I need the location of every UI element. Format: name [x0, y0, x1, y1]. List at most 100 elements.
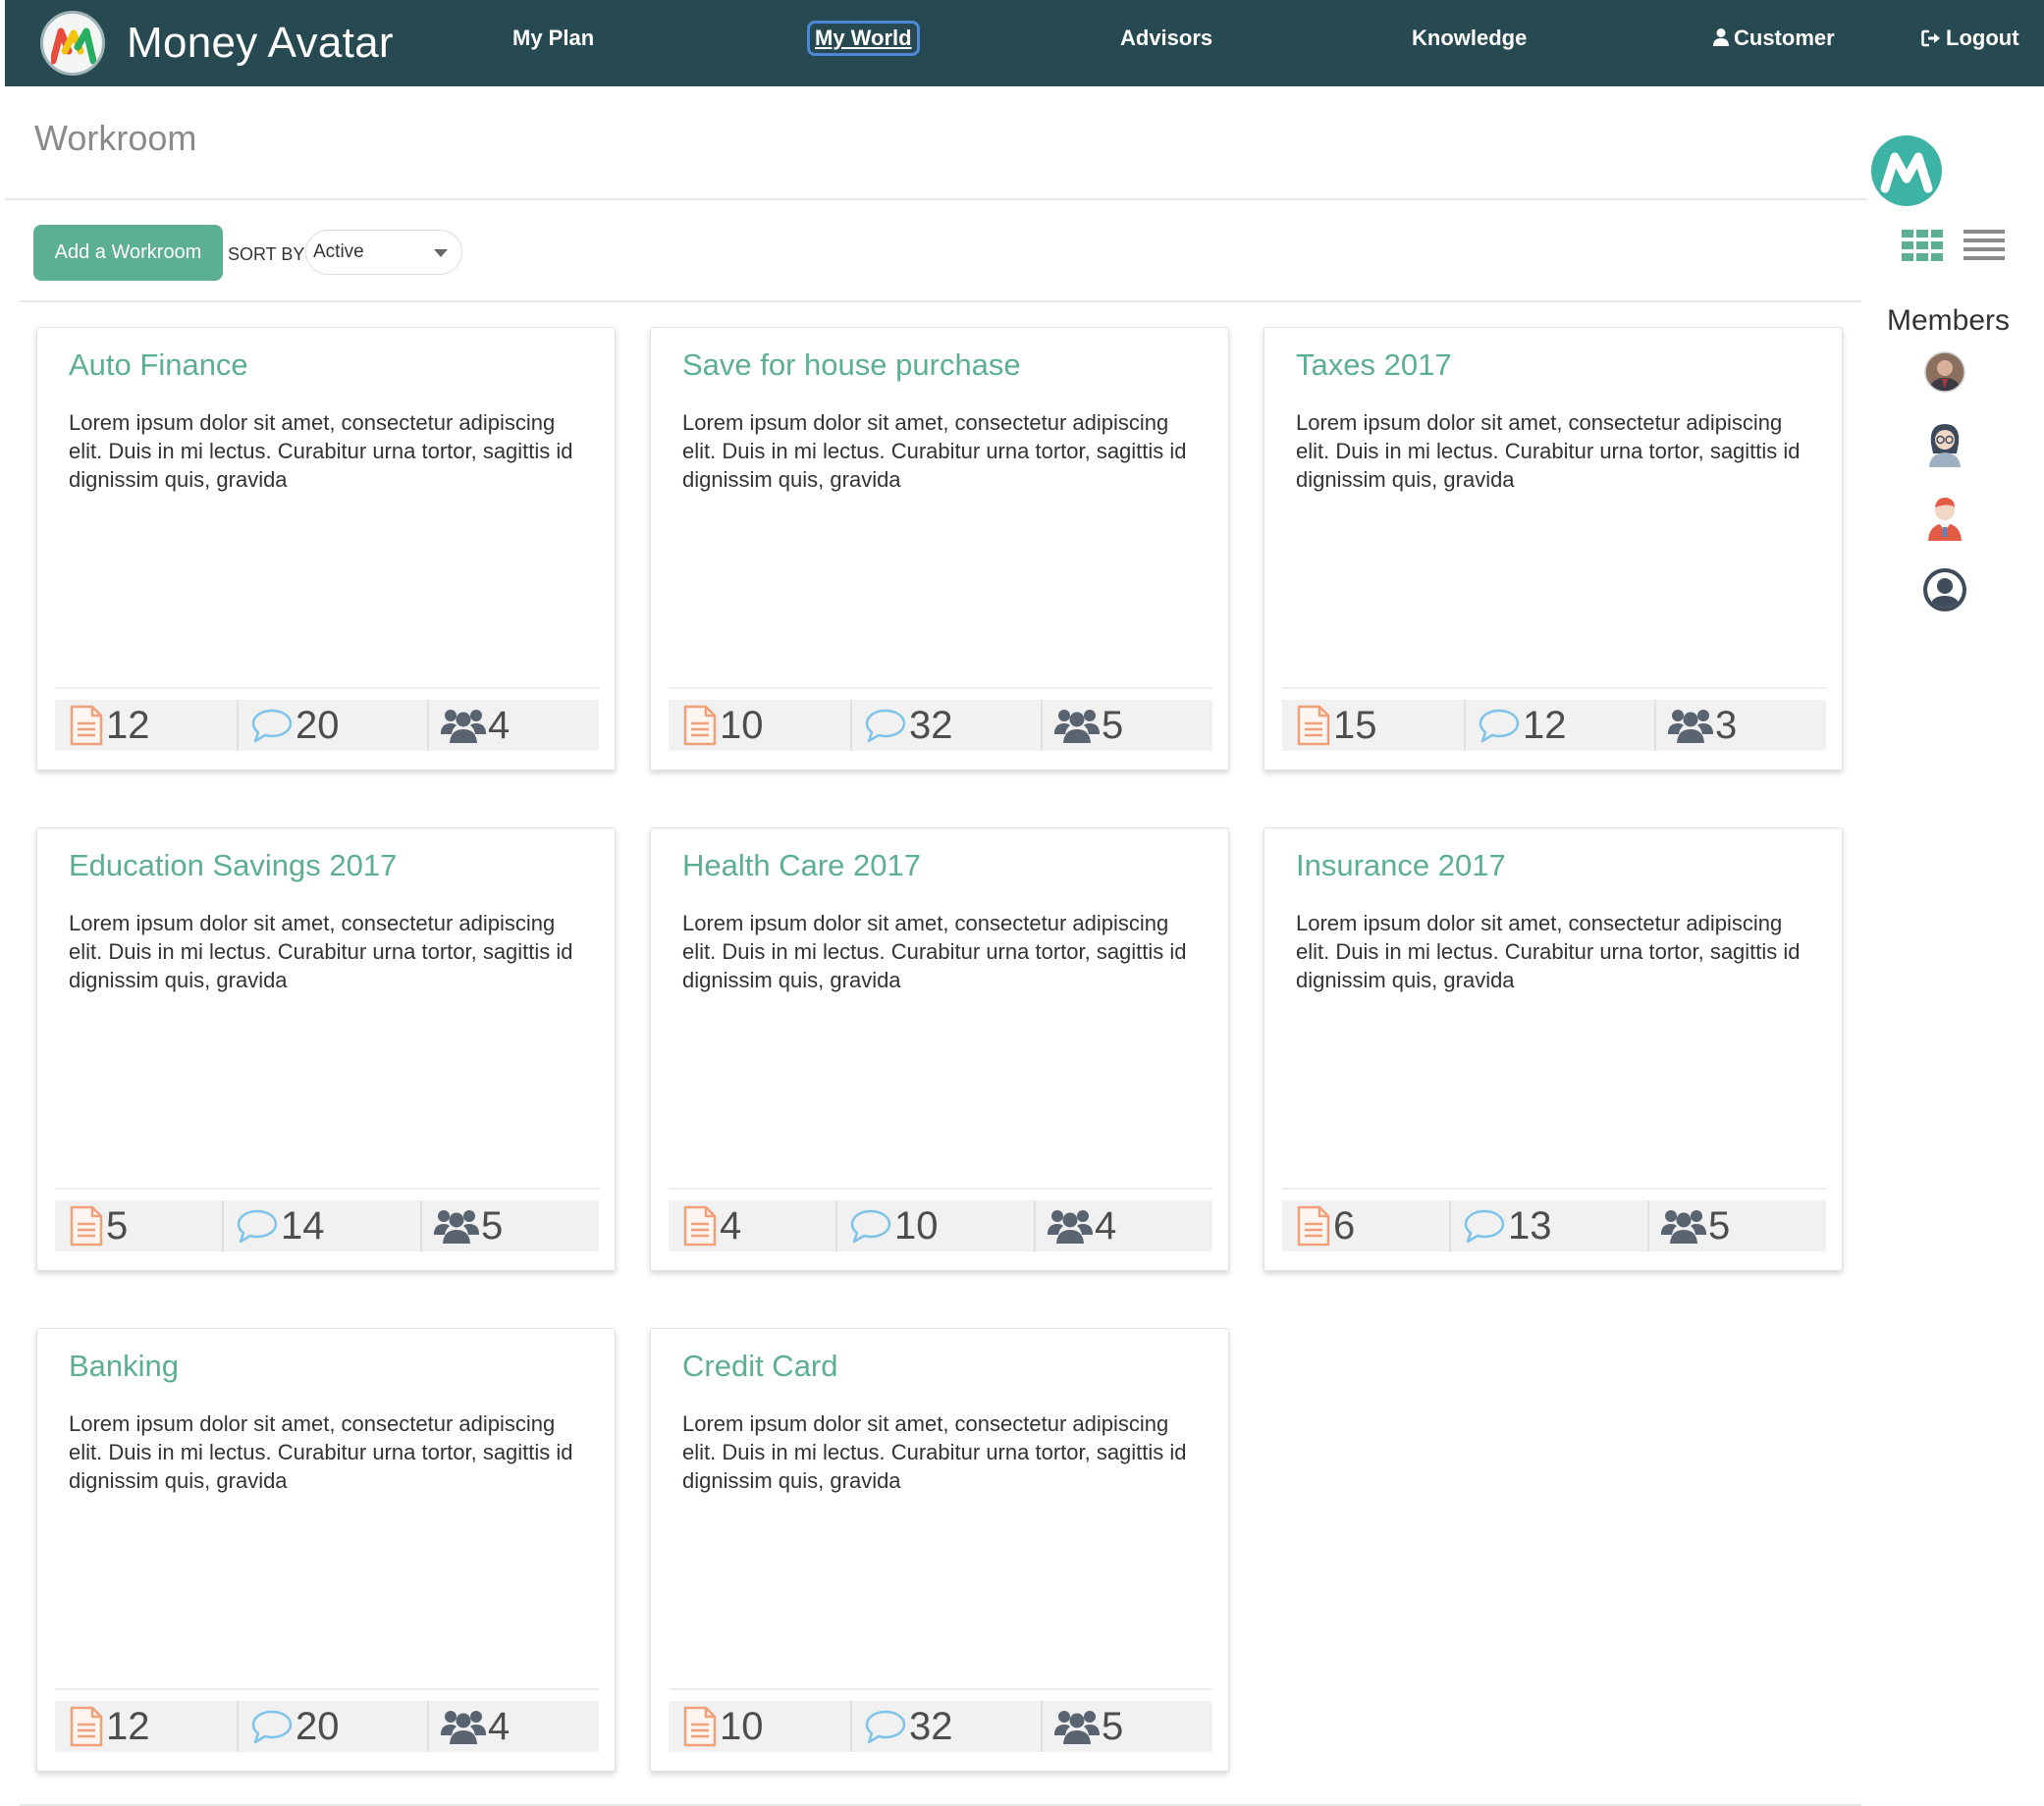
- workroom-card[interactable]: Banking Lorem ipsum dolor sit amet, conse…: [36, 1328, 616, 1772]
- page-title: Workroom: [34, 118, 197, 158]
- documents-stat[interactable]: 4: [682, 1200, 741, 1251]
- workroom-card[interactable]: Taxes 2017 Lorem ipsum dolor sit amet, co…: [1264, 327, 1843, 770]
- members-stat[interactable]: 5: [1661, 1200, 1730, 1251]
- workroom-card-title[interactable]: Auto Finance: [69, 347, 248, 383]
- workroom-card[interactable]: Credit Card Lorem ipsum dolor sit amet, c…: [650, 1328, 1229, 1772]
- workroom-card-title[interactable]: Education Savings 2017: [69, 848, 397, 883]
- sort-select[interactable]: Active: [305, 230, 462, 275]
- comments-stat[interactable]: 32: [864, 700, 953, 751]
- members-stat[interactable]: 4: [441, 700, 510, 751]
- comment-icon: [849, 1207, 894, 1245]
- documents-stat[interactable]: 10: [682, 700, 764, 751]
- workroom-card-title[interactable]: Taxes 2017: [1296, 347, 1452, 383]
- nav-logout[interactable]: Logout: [1921, 26, 2019, 51]
- workroom-card[interactable]: Education Savings 2017 Lorem ipsum dolor …: [36, 827, 616, 1271]
- list-view-icon[interactable]: [1963, 230, 2005, 261]
- members-count: 5: [1102, 1704, 1124, 1748]
- document-icon: [1296, 705, 1333, 746]
- workroom-card-title[interactable]: Insurance 2017: [1296, 848, 1506, 883]
- members-count: 3: [1715, 703, 1738, 747]
- toolbar-divider: [20, 300, 1861, 302]
- documents-stat[interactable]: 6: [1296, 1200, 1355, 1251]
- comment-icon: [1463, 1207, 1508, 1245]
- members-count: 5: [1102, 703, 1124, 747]
- workroom-card-divider: [669, 687, 1212, 689]
- nav-my-plan[interactable]: My Plan: [512, 26, 594, 51]
- workroom-card-divider: [1282, 687, 1826, 689]
- stat-divider: [1041, 1701, 1043, 1752]
- stat-divider: [1041, 700, 1043, 751]
- group-icon: [1054, 706, 1102, 745]
- workroom-card-description: Lorem ipsum dolor sit amet, consectetur …: [1296, 410, 1801, 492]
- documents-stat[interactable]: 15: [1296, 700, 1377, 751]
- documents-stat[interactable]: 5: [69, 1200, 128, 1251]
- workroom-card-divider: [55, 1188, 599, 1190]
- documents-stat[interactable]: 12: [69, 1701, 150, 1752]
- document-icon: [682, 705, 720, 746]
- members-stat[interactable]: 5: [1054, 1701, 1123, 1752]
- brand[interactable]: Money Avatar: [40, 8, 394, 79]
- members-stat[interactable]: 4: [1048, 1200, 1116, 1251]
- document-icon: [69, 1205, 106, 1247]
- nav-customer[interactable]: Customer: [1713, 26, 1835, 51]
- nav-customer-label: Customer: [1734, 26, 1835, 50]
- comments-stat[interactable]: 32: [864, 1701, 953, 1752]
- members-stat[interactable]: 3: [1668, 700, 1737, 751]
- workroom-card-title[interactable]: Save for house purchase: [682, 347, 1021, 383]
- comments-stat[interactable]: 12: [1478, 700, 1567, 751]
- workroom-card-stats: 15 12 3: [1282, 700, 1826, 751]
- stat-divider: [427, 1701, 429, 1752]
- member-woman-glasses-avatar[interactable]: [1924, 420, 1965, 467]
- workroom-card-stats: 12 20 4: [55, 1701, 599, 1752]
- stat-divider: [1464, 700, 1466, 751]
- comments-stat[interactable]: 20: [250, 1701, 340, 1752]
- workroom-card-description: Lorem ipsum dolor sit amet, consectetur …: [69, 1411, 573, 1493]
- workroom-card[interactable]: Insurance 2017 Lorem ipsum dolor sit amet…: [1264, 827, 1843, 1271]
- grid-view-icon[interactable]: [1902, 230, 1943, 261]
- comments-stat[interactable]: 14: [236, 1200, 325, 1251]
- workroom-card-description: Lorem ipsum dolor sit amet, consectetur …: [69, 410, 573, 492]
- comments-count: 12: [1523, 703, 1567, 747]
- stat-divider: [850, 1701, 852, 1752]
- comment-icon: [864, 707, 909, 744]
- members-stat[interactable]: 5: [434, 1200, 503, 1251]
- group-icon: [441, 706, 488, 745]
- documents-count: 10: [720, 703, 764, 747]
- members-title: Members: [1887, 304, 2011, 337]
- comments-stat[interactable]: 13: [1463, 1200, 1552, 1251]
- nav-logout-label: Logout: [1946, 26, 2019, 50]
- members-stat[interactable]: 5: [1054, 700, 1123, 751]
- member-man-red-hair-avatar[interactable]: [1924, 494, 1965, 541]
- member-photo-avatar[interactable]: [1924, 351, 1965, 393]
- member-placeholder-avatar[interactable]: [1921, 566, 1968, 613]
- group-icon: [1668, 706, 1715, 745]
- workroom-card-title[interactable]: Health Care 2017: [682, 848, 921, 883]
- comment-icon: [1478, 707, 1523, 744]
- stat-divider: [237, 700, 239, 751]
- nav-advisors[interactable]: Advisors: [1120, 26, 1212, 51]
- comments-count: 20: [296, 703, 340, 747]
- workroom-card-title[interactable]: Credit Card: [682, 1349, 838, 1384]
- stat-divider: [420, 1200, 422, 1251]
- advisor-logo-icon: [1871, 135, 1942, 206]
- group-icon: [434, 1206, 481, 1246]
- document-icon: [682, 1205, 720, 1247]
- workroom-card-divider: [55, 1688, 599, 1690]
- workroom-card[interactable]: Save for house purchase Lorem ipsum dolor…: [650, 327, 1229, 770]
- comments-stat[interactable]: 20: [250, 700, 340, 751]
- documents-stat[interactable]: 12: [69, 700, 150, 751]
- add-workroom-button[interactable]: Add a Workroom: [33, 225, 223, 281]
- workroom-card-description: Lorem ipsum dolor sit amet, consectetur …: [69, 911, 573, 992]
- comment-icon: [864, 1708, 909, 1745]
- nav-my-world[interactable]: My World: [807, 21, 920, 56]
- documents-stat[interactable]: 10: [682, 1701, 764, 1752]
- nav-knowledge[interactable]: Knowledge: [1412, 26, 1527, 51]
- members-stat[interactable]: 4: [441, 1701, 510, 1752]
- workroom-card-description: Lorem ipsum dolor sit amet, consectetur …: [1296, 911, 1801, 992]
- stat-divider: [237, 1701, 239, 1752]
- workroom-card-title[interactable]: Banking: [69, 1349, 179, 1384]
- comments-stat[interactable]: 10: [849, 1200, 939, 1251]
- workroom-card[interactable]: Auto Finance Lorem ipsum dolor sit amet, …: [36, 327, 616, 770]
- stat-divider: [222, 1200, 224, 1251]
- workroom-card[interactable]: Health Care 2017 Lorem ipsum dolor sit am…: [650, 827, 1229, 1271]
